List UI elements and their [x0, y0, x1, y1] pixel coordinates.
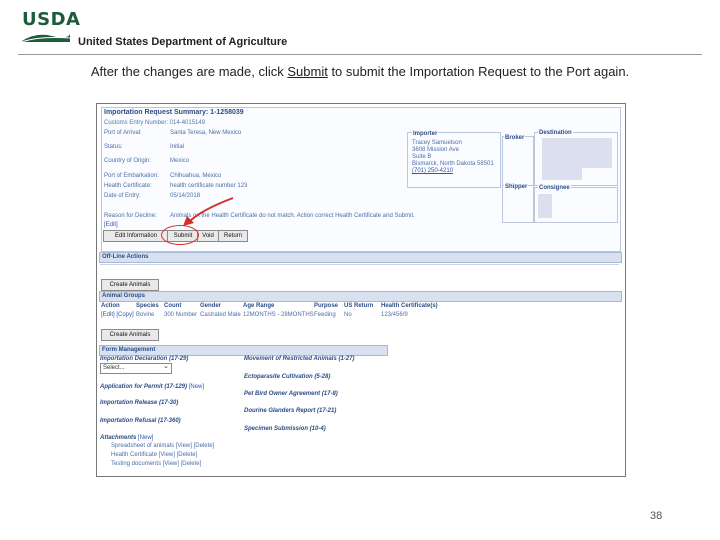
destination-label: Destination — [538, 129, 573, 137]
customs-entry-number: Customs Entry Number: 014-4015149 — [104, 120, 206, 126]
col-header: Age Range — [243, 303, 275, 309]
usda-logo: USDA — [22, 9, 80, 42]
reason-label: Reason for Decline: — [104, 213, 157, 219]
importation-declaration-label: Importation Declaration (17-29) — [100, 356, 189, 362]
declaration-select[interactable]: Select... ⌄ — [100, 363, 172, 374]
broker-label: Broker — [504, 134, 526, 142]
col-header: Species — [136, 303, 159, 309]
field-value: Mexico — [170, 158, 190, 164]
attachment-item[interactable]: Testing documents [View] [Delete] — [111, 460, 201, 468]
caption-text-after: to submit the Importation Request to the… — [327, 64, 630, 79]
caption-submit-word: Submit — [287, 64, 328, 79]
col-header: Health Certificate(s) — [381, 303, 438, 309]
row-us-return: No — [344, 312, 352, 318]
field-label: Date of Entry: — [104, 193, 141, 199]
row-age-range: 12MONTHS - 28MONTHS — [243, 312, 314, 318]
col-header: US Return — [344, 303, 374, 309]
field-label: Port of Embarkation: — [104, 173, 159, 179]
col-header: Action — [101, 303, 120, 309]
header-divider — [18, 54, 702, 55]
attachments-text: Attachments — [100, 435, 137, 441]
row-gender: Castrated Male — [200, 312, 241, 318]
field-value: Initial — [170, 144, 185, 150]
form-link[interactable]: Specimen Submission (10-4) — [244, 425, 326, 433]
redacted-destination — [542, 168, 582, 180]
redacted-destination — [542, 138, 612, 168]
field-value: Santa Teresa, New Mexico — [170, 130, 242, 136]
importer-phone-link[interactable]: (701) 250-4210 — [412, 167, 453, 175]
shipper-label: Shipper — [504, 183, 529, 191]
return-button[interactable]: Return — [218, 230, 248, 242]
new-permit-link[interactable]: [New] — [189, 384, 204, 390]
usda-logo-text: USDA — [22, 9, 81, 30]
field-value: Chihuahua, Mexico — [170, 173, 222, 179]
embedded-screenshot: Importation Request Summary: 1-1258039 C… — [96, 103, 626, 477]
chevron-down-icon: ⌄ — [163, 363, 169, 370]
row-health-cert: 123/456/9 — [381, 312, 408, 318]
row-purpose: Feeding — [314, 312, 336, 318]
agency-name: United States Department of Agriculture — [78, 36, 288, 48]
col-header: Purpose — [314, 303, 339, 309]
field-label: Port of Arrival: — [104, 130, 142, 136]
caption-text-before: After the changes are made, click — [90, 64, 288, 79]
edit-reason-link[interactable]: [Edit] — [104, 221, 118, 229]
row-count: 300 Number — [164, 312, 198, 318]
table-row: [Edit] [Copy] Bovine 300 Number Castrate… — [100, 310, 408, 319]
field-label: Health Certificate: — [104, 183, 152, 189]
form-link[interactable]: Ectoparasite Cultivation (5-28) — [244, 373, 330, 381]
field-label: Status: — [104, 144, 123, 150]
row-action-links[interactable]: [Edit] [Copy] — [101, 311, 134, 319]
field-value: health certificate number 123 — [170, 183, 248, 189]
importation-release-label: Importation Release (17-30) — [100, 400, 179, 406]
select-value: Select... — [103, 365, 125, 371]
summary-title: Importation Request Summary: 1-1258039 — [104, 109, 244, 116]
redacted-consignee — [538, 194, 552, 218]
field-label: Country of Origin: — [104, 158, 152, 164]
permit-text: Application for Permit (17-129) — [100, 384, 188, 390]
form-link[interactable]: Movement of Restricted Animals (1-27) — [244, 355, 354, 363]
create-animals-button[interactable]: Create Animals — [101, 279, 159, 291]
create-animals-button[interactable]: Create Animals — [101, 329, 159, 341]
edit-information-button[interactable]: Edit Information — [103, 230, 169, 242]
usda-hill-icon — [22, 34, 70, 42]
col-header: Count — [164, 303, 182, 309]
broker-box — [502, 136, 534, 186]
slide-caption: After the changes are made, click Submit… — [0, 64, 720, 79]
attachment-item[interactable]: Health Certificate [View] [Delete] — [111, 451, 197, 459]
attachments-label: Attachments [New] — [100, 434, 153, 442]
importation-refusal-label: Importation Refusal (17-360) — [100, 418, 181, 424]
application-permit-label: Application for Permit (17-129) [New] — [100, 383, 204, 391]
col-header: Gender — [200, 303, 222, 309]
red-arrow-icon — [183, 197, 234, 226]
void-button[interactable]: Void — [197, 230, 219, 242]
importer-label: Importer — [412, 130, 439, 138]
consignee-label: Consignee — [538, 184, 571, 192]
form-link[interactable]: Dourine Glanders Report (17-21) — [244, 407, 336, 415]
page-number: 38 — [650, 510, 663, 522]
new-attachment-link[interactable]: [New] — [138, 435, 153, 441]
animal-groups-band: Animal Groups — [99, 291, 622, 302]
offline-actions-body — [100, 262, 619, 265]
row-species: Bovine — [136, 312, 155, 318]
form-link[interactable]: Pet Bird Owner Agreement (17-8) — [244, 390, 338, 398]
attachment-item[interactable]: Spreadsheet of animals [View] [Delete] — [111, 442, 214, 450]
